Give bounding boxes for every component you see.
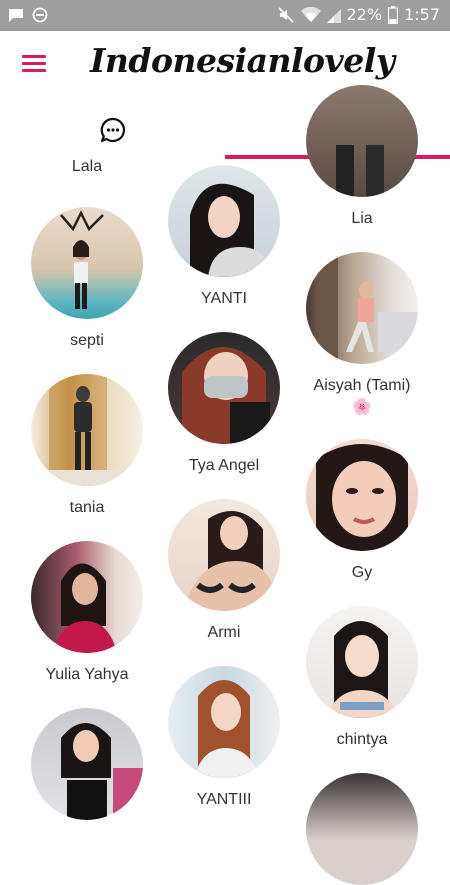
profile-card[interactable]: tania — [27, 374, 147, 517]
profile-card[interactable]: Armi — [164, 499, 284, 642]
message-notification-icon — [8, 8, 24, 23]
profile-name: Gy — [351, 564, 373, 581]
profile-photo — [31, 207, 143, 319]
wifi-icon — [300, 6, 321, 23]
profile-name: Tya Angel — [188, 457, 260, 474]
profile-photo — [168, 165, 280, 277]
profile-name: Armi — [207, 624, 241, 641]
profile-photo — [306, 606, 418, 718]
cherry-blossom-emoji: 🌸 — [352, 399, 372, 416]
profile-name: chintya — [336, 731, 388, 748]
profile-photo — [306, 439, 418, 551]
profile-photo — [168, 666, 280, 778]
do-not-disturb-icon — [32, 7, 48, 23]
profile-name: Lala — [71, 158, 103, 175]
profile-photo — [168, 332, 280, 444]
battery-percent: 22% — [346, 5, 383, 24]
profile-name: Lia — [351, 210, 373, 227]
profile-photo — [31, 541, 143, 653]
profile-photo — [306, 85, 418, 197]
chat-bubble-icon — [100, 117, 126, 148]
profile-card[interactable]: Tya Angel — [164, 332, 284, 475]
profile-name: tania — [69, 499, 105, 516]
profile-card[interactable]: chintya — [302, 606, 422, 749]
profile-name: YANTI — [201, 290, 247, 307]
clock: 1:57 — [404, 5, 440, 24]
profile-card[interactable]: Aisyah (Tami) 🌸 — [302, 252, 422, 417]
profile-photo — [306, 252, 418, 364]
hamburger-menu-icon[interactable] — [22, 55, 48, 75]
battery-icon — [388, 5, 399, 24]
profile-card[interactable]: YANTI — [164, 165, 284, 308]
profile-photo — [306, 773, 418, 885]
profile-card[interactable]: YANTIII — [164, 666, 284, 809]
profile-name: Aisyah (Tami) — [313, 377, 411, 394]
signal-icon — [326, 7, 341, 23]
profile-card[interactable]: Gy — [302, 439, 422, 582]
tab-chat[interactable] — [0, 101, 225, 159]
profile-name: septi — [70, 332, 104, 349]
mute-icon — [277, 6, 295, 24]
profile-photo — [31, 374, 143, 486]
profile-card[interactable]: Lia — [302, 85, 422, 228]
profile-card[interactable]: Lala — [27, 158, 147, 176]
profile-name: YANTIII — [196, 791, 252, 808]
profile-card[interactable]: septi — [27, 207, 147, 350]
profile-card[interactable] — [302, 773, 422, 885]
status-bar: 22% 1:57 — [0, 0, 450, 31]
profile-card[interactable]: Yulia Yahya — [27, 541, 147, 684]
profile-name: Yulia Yahya — [45, 666, 129, 683]
profile-card[interactable] — [27, 708, 147, 820]
profile-photo — [31, 708, 143, 820]
app-title: Indonesianlovely — [90, 41, 395, 80]
profile-photo — [168, 499, 280, 611]
